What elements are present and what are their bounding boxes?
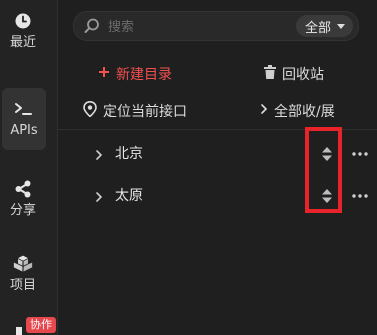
- api-tree-panel: 全部 新建目录 回收站 定位当前: [58, 0, 377, 335]
- folder-label: 太原: [115, 188, 143, 204]
- recycle-bin-button[interactable]: 回收站: [264, 64, 324, 84]
- scope-label: 全部: [304, 20, 331, 36]
- new-folder-button[interactable]: 新建目录: [98, 64, 172, 84]
- locate-label: 定位当前接口: [103, 104, 187, 120]
- rail-item-apis[interactable]: APIs: [2, 88, 46, 150]
- chevron-right-icon[interactable]: [94, 189, 104, 203]
- new-folder-label: 新建目录: [116, 67, 172, 83]
- rail-item-label: 分享: [9, 203, 36, 218]
- clock-icon: [13, 11, 33, 31]
- more-icon[interactable]: [351, 187, 369, 205]
- app-window: 最近 APIs 分享 项目 协作 搜索 全部 新建目录 回收站 定位当前接口 全…: [0, 0, 377, 335]
- chevron-right-icon: [260, 103, 268, 119]
- left-rail: 最近 APIs 分享 项目 协作: [0, 0, 58, 335]
- highlight-box: [305, 127, 342, 213]
- collab-badge[interactable]: 协作: [26, 317, 56, 333]
- rail-item-projects[interactable]: 项目: [0, 243, 46, 305]
- trash-icon: [264, 65, 276, 83]
- rail-item-label: 最近: [9, 35, 36, 50]
- chevron-right-icon[interactable]: [94, 147, 104, 161]
- search-icon: [84, 18, 100, 34]
- collapse-expand-all-button[interactable]: 全部收/展: [260, 101, 335, 121]
- terminal-icon: [14, 99, 34, 119]
- more-icon[interactable]: [351, 145, 369, 163]
- collab-icon: [16, 327, 22, 335]
- search-bar: 全部: [73, 11, 359, 41]
- share-icon: [13, 179, 33, 199]
- recycle-bin-label: 回收站: [282, 67, 324, 83]
- rail-item-recent[interactable]: 最近: [0, 0, 46, 62]
- toolbar-row-2: 定位当前接口 全部收/展: [58, 96, 377, 126]
- rail-item-label: 项目: [9, 278, 36, 293]
- locate-current-api-button[interactable]: 定位当前接口: [83, 100, 187, 121]
- locate-icon: [83, 100, 97, 121]
- rail-item-share[interactable]: 分享: [0, 168, 46, 230]
- scope-dropdown[interactable]: 全部: [295, 15, 353, 37]
- toolbar-row-1: 新建目录 回收站: [58, 59, 377, 89]
- cubes-icon: [13, 254, 33, 274]
- chevron-down-icon: [337, 23, 345, 29]
- collapse-all-label: 全部收/展: [274, 104, 335, 120]
- rail-item-label: APIs: [10, 123, 38, 138]
- plus-icon: [98, 66, 110, 82]
- search-input[interactable]: [106, 15, 290, 39]
- folder-label: 北京: [115, 146, 143, 162]
